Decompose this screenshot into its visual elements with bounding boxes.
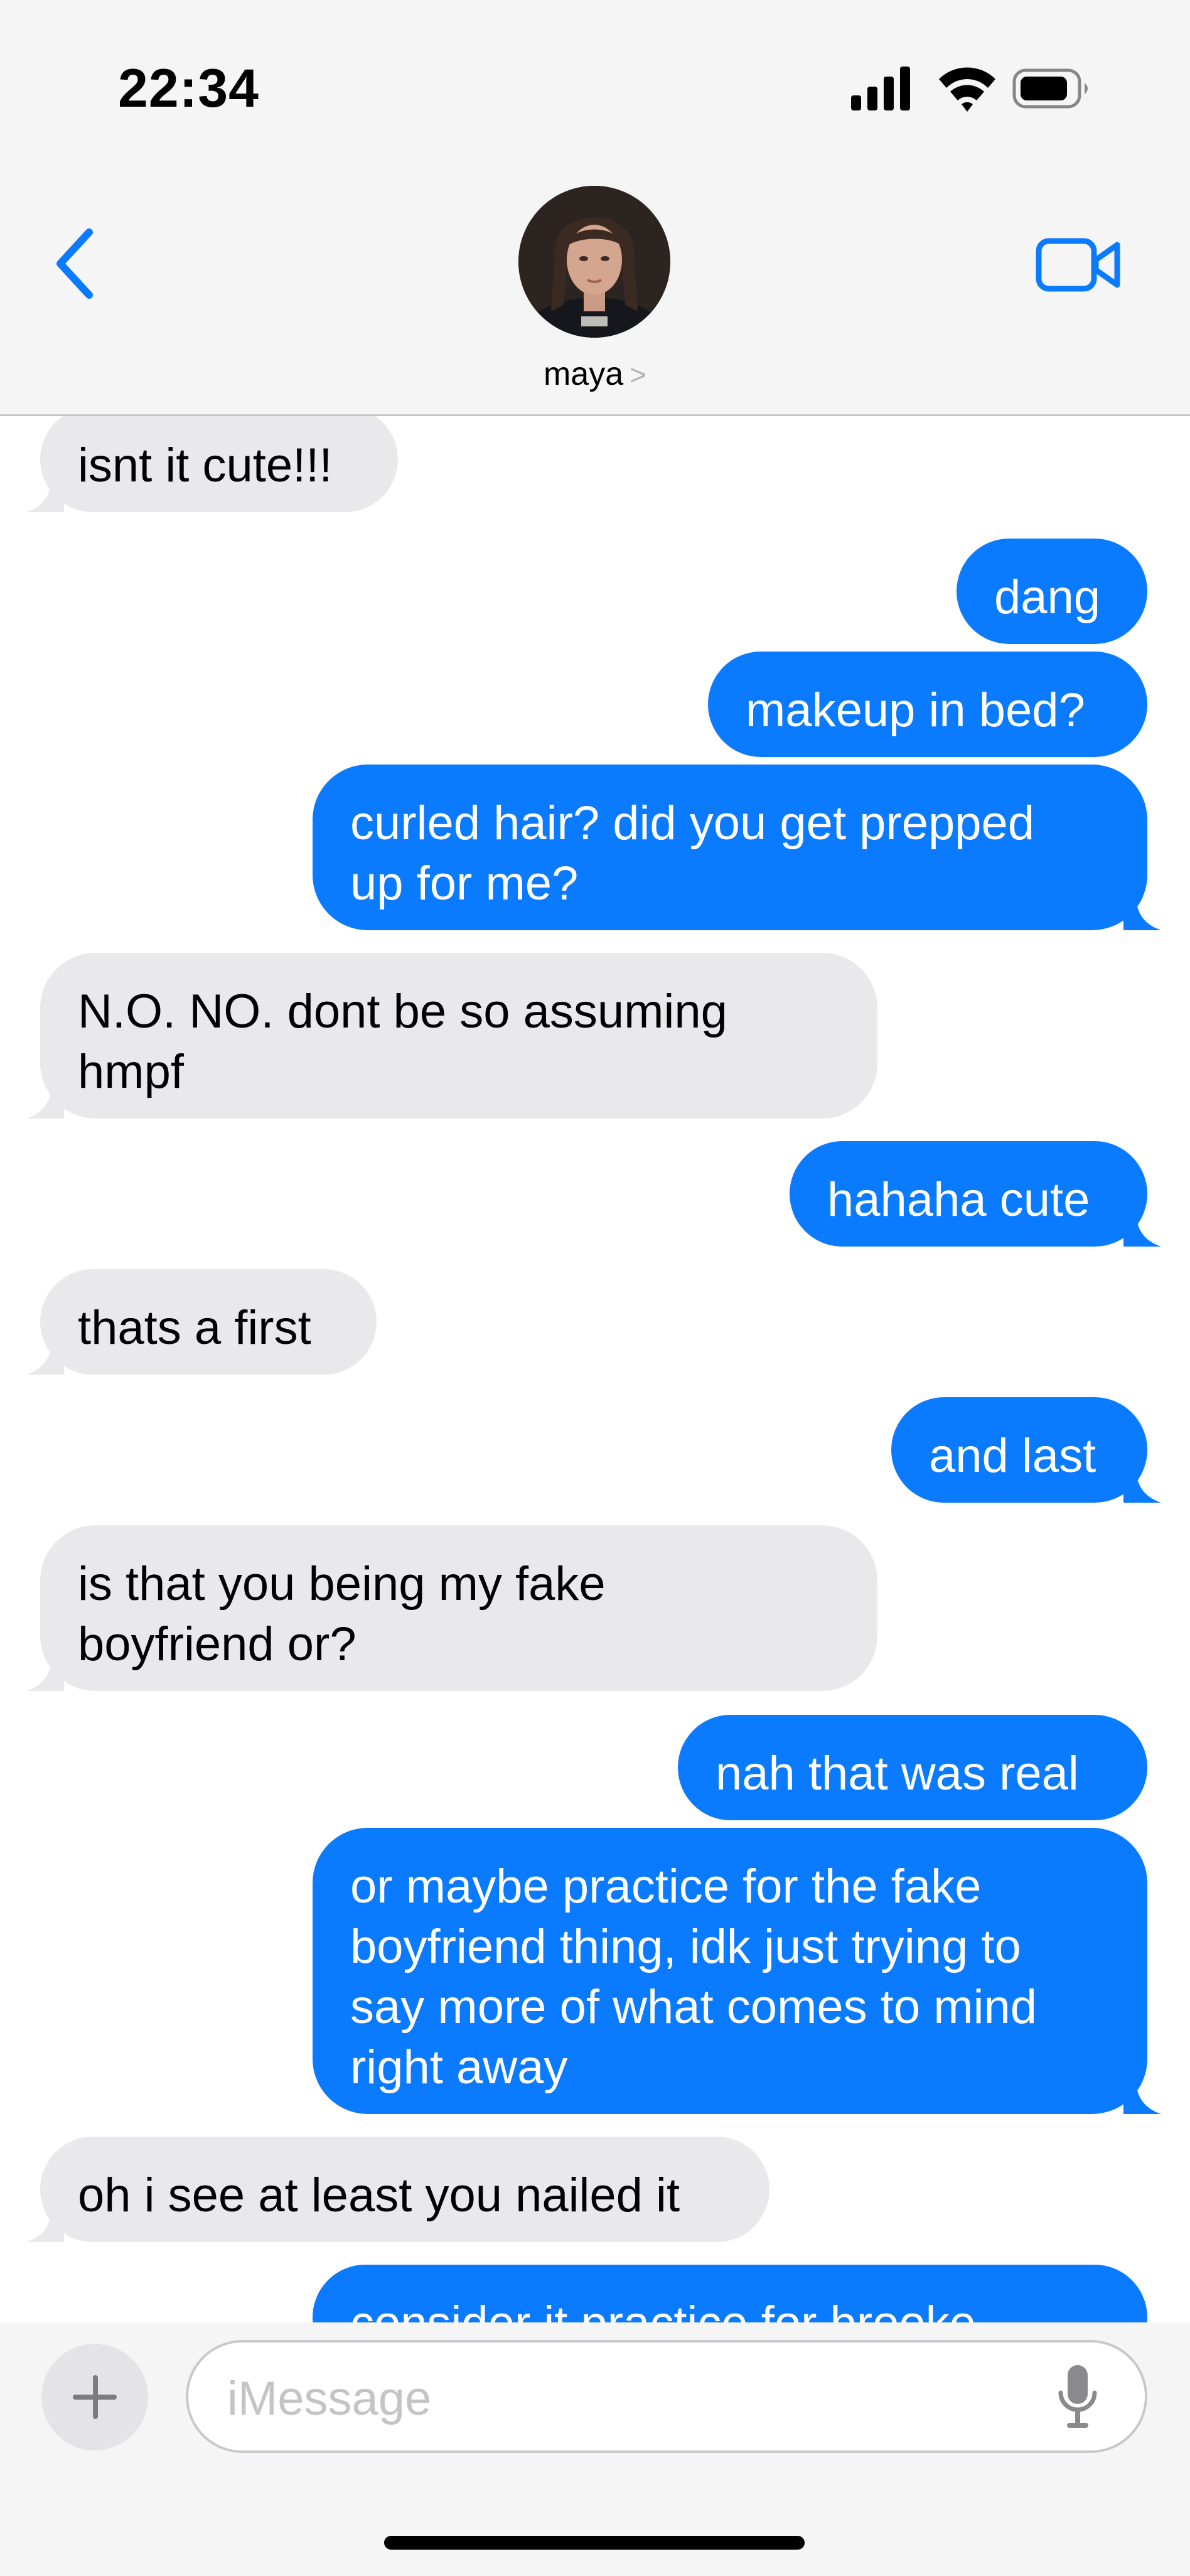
plus-icon[interactable]: [41, 2344, 148, 2450]
message-line: right away: [350, 2041, 568, 2094]
battery-icon: [1012, 68, 1088, 109]
message-bubble[interactable]: isnt it cute!!!: [26, 414, 398, 512]
home-indicator[interactable]: [384, 2536, 805, 2550]
message-field[interactable]: [186, 2340, 1147, 2453]
message-line: say more of what comes to mind: [350, 1980, 1037, 2034]
message-text: and last: [929, 1429, 1096, 1483]
bubble-tail: [1123, 893, 1161, 930]
chevron-left-icon[interactable]: [48, 226, 104, 301]
message-bubble[interactable]: curled hair? did you get prepped up for …: [313, 765, 1161, 930]
message-bubble[interactable]: or maybe practice for the fake boyfriend…: [313, 1828, 1161, 2114]
message-thread[interactable]: isnt it cute!!! dang makeup in bed? curl…: [0, 414, 1190, 2322]
message-bubble[interactable]: nah that was real: [678, 1715, 1147, 1820]
message-line: hmpf: [78, 1045, 184, 1098]
message-composer: [0, 2322, 1190, 2576]
contact-name-row[interactable]: maya >: [0, 355, 1190, 393]
message-line: boyfriend or?: [78, 1618, 356, 1671]
microphone-icon[interactable]: [1056, 2363, 1100, 2432]
message-text: thats a first: [78, 1301, 311, 1355]
bubble-tail: [26, 2204, 64, 2242]
message-text: oh i see at least you nailed it: [78, 2169, 680, 2222]
bubble-tail: [26, 1337, 64, 1375]
message-bubble[interactable]: thats a first: [26, 1269, 377, 1375]
message-line: is that you being my fake: [78, 1557, 606, 1611]
wifi-icon: [939, 67, 995, 112]
message-bubble[interactable]: consider it practice for brooke: [313, 2265, 1147, 2322]
message-text: dang: [994, 571, 1101, 624]
message-bubble[interactable]: and last: [891, 1397, 1161, 1503]
message-bubble[interactable]: dang: [957, 539, 1147, 644]
video-camera-icon[interactable]: [1036, 233, 1122, 296]
message-input[interactable]: [226, 2361, 1044, 2435]
bubble-tail: [26, 1081, 64, 1119]
message-text: consider it practice for brooke: [350, 2297, 976, 2322]
message-line: up for me?: [350, 857, 579, 910]
message-text: hahaha cute: [827, 1173, 1090, 1226]
message-text: makeup in bed?: [746, 684, 1085, 737]
bubble-tail: [1123, 1465, 1161, 1503]
chevron-right-icon: >: [630, 358, 647, 391]
message-bubble[interactable]: makeup in bed?: [708, 652, 1147, 757]
message-line: N.O. NO. dont be so assuming: [78, 985, 727, 1038]
bubble-tail: [26, 475, 64, 512]
message-text: isnt it cute!!!: [78, 439, 333, 492]
status-icons: [851, 67, 1088, 112]
bubble-tail: [1123, 1209, 1161, 1247]
avatar-photo: [518, 186, 670, 338]
bubble-tail: [26, 1653, 64, 1691]
cellular-signal-icon: [851, 67, 910, 110]
message-bubble[interactable]: N.O. NO. dont be so assuming hmpf: [26, 953, 877, 1119]
message-bubble[interactable]: is that you being my fake boyfriend or?: [26, 1525, 877, 1691]
message-bubble[interactable]: oh i see at least you nailed it: [26, 2137, 769, 2242]
message-line: boyfriend thing, idk just trying to: [350, 1920, 1021, 1973]
status-time: 22:34: [118, 58, 259, 119]
contact-name[interactable]: maya: [544, 356, 623, 392]
avatar[interactable]: [518, 186, 670, 338]
message-text: nah that was real: [716, 1747, 1079, 1800]
message-bubble[interactable]: hahaha cute: [790, 1141, 1161, 1247]
conversation-header: 22:34 maya >: [0, 0, 1190, 416]
bubble-tail: [1123, 2076, 1161, 2114]
message-line: or maybe practice for the fake: [350, 1860, 982, 1913]
message-line: curled hair? did you get prepped: [350, 797, 1035, 850]
